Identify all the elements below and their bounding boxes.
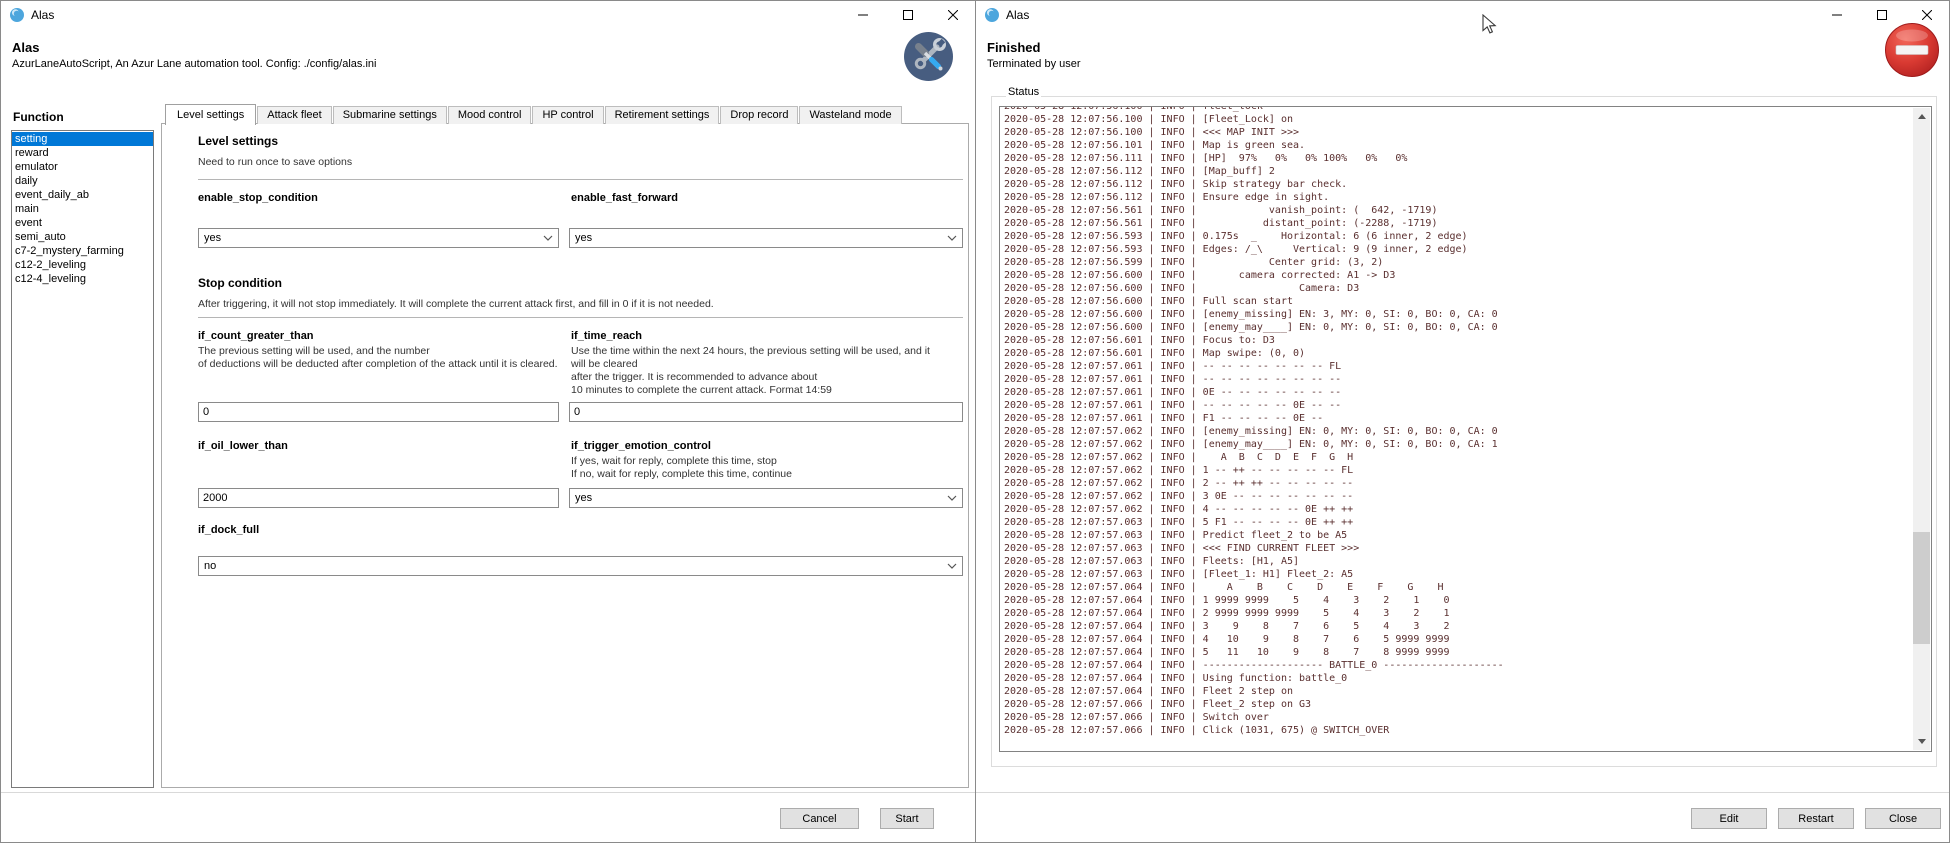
function-item-c7-2_mystery_farming[interactable]: c7-2_mystery_farming <box>12 244 153 258</box>
alas-log-window: Alas Finished Terminated by user St <box>975 0 1950 843</box>
if-oil-lower-than-label: if_oil_lower_than <box>198 440 288 452</box>
tab-hp-control[interactable]: HP control <box>532 106 603 124</box>
close-button[interactable] <box>930 1 975 29</box>
tab-wasteland-mode[interactable]: Wasteland mode <box>799 106 901 124</box>
status-log[interactable]: 2020-05-28 12:07:56.100 | INFO | fleet_l… <box>999 106 1932 752</box>
select-value: no <box>204 560 216 572</box>
if-dock-full-select[interactable]: no <box>198 556 963 576</box>
enable-fast-forward-label: enable_fast_forward <box>571 192 678 204</box>
restart-button[interactable]: Restart <box>1778 808 1854 829</box>
page-title: Alas <box>12 40 39 55</box>
log-text: 2020-05-28 12:07:56.100 | INFO | fleet_l… <box>1000 106 1931 737</box>
function-label: Function <box>13 110 64 124</box>
alas-logo-icon <box>985 8 999 22</box>
scroll-up-icon[interactable] <box>1913 108 1930 125</box>
if-count-greater-than-input[interactable] <box>198 402 559 422</box>
mouse-arrow-cursor <box>1482 14 1497 41</box>
if-trigger-emotion-control-label: if_trigger_emotion_control <box>571 440 711 452</box>
if-time-reach-label: if_time_reach <box>571 330 642 342</box>
section-subtitle: After triggering, it will not stop immed… <box>198 298 714 310</box>
divider <box>198 179 963 180</box>
minimize-button[interactable] <box>840 1 885 29</box>
function-item-reward[interactable]: reward <box>12 146 153 160</box>
cancel-button[interactable]: Cancel <box>780 808 859 829</box>
tools-wrench-screwdriver-icon <box>904 32 953 81</box>
window-title: Alas <box>1006 8 1029 22</box>
scrollbar-thumb[interactable] <box>1913 532 1930 644</box>
tab-drop-record[interactable]: Drop record <box>720 106 798 124</box>
divider <box>1 792 975 793</box>
if-time-reach-help: Use the time within the next 24 hours, t… <box>571 345 967 397</box>
if-dock-full-label: if_dock_full <box>198 524 259 536</box>
if-time-reach-input[interactable] <box>569 402 963 422</box>
divider <box>976 792 1949 793</box>
edit-button[interactable]: Edit <box>1691 808 1767 829</box>
select-value: yes <box>575 492 592 504</box>
chevron-down-icon <box>947 235 957 241</box>
status-subtitle: Terminated by user <box>987 58 1081 70</box>
no-entry-stop-icon <box>1884 22 1940 78</box>
function-listbox[interactable]: settingrewardemulatordailyevent_daily_ab… <box>11 130 154 788</box>
if-count-greater-than-help: The previous setting will be used, and t… <box>198 345 563 371</box>
chevron-down-icon <box>947 495 957 501</box>
tab-attack-fleet[interactable]: Attack fleet <box>257 106 331 124</box>
section-heading-stop-condition: Stop condition <box>198 276 282 290</box>
alas-logo-icon <box>10 8 24 22</box>
divider <box>198 317 963 318</box>
chevron-down-icon <box>947 563 957 569</box>
section-subtitle: Need to run once to save options <box>198 156 352 168</box>
left-titlebar: Alas <box>1 1 975 29</box>
alas-settings-window: Alas Alas AzurLaneAutoScript, An Azur La… <box>0 0 976 843</box>
right-titlebar: Alas <box>976 1 1949 29</box>
if-trigger-emotion-control-help: If yes, wait for reply, complete this ti… <box>571 455 967 481</box>
function-item-setting[interactable]: setting <box>12 132 153 146</box>
enable-fast-forward-select[interactable]: yes <box>569 228 963 248</box>
section-heading-level-settings: Level settings <box>198 134 278 148</box>
if-oil-lower-than-input[interactable] <box>198 488 559 508</box>
tab-retirement-settings[interactable]: Retirement settings <box>605 106 720 124</box>
function-item-main[interactable]: main <box>12 202 153 216</box>
function-item-c12-2_leveling[interactable]: c12-2_leveling <box>12 258 153 272</box>
if-trigger-emotion-control-select[interactable]: yes <box>569 488 963 508</box>
enable-stop-condition-select[interactable]: yes <box>198 228 559 248</box>
status-group-label: Status <box>1006 86 1041 98</box>
page-subtitle: AzurLaneAutoScript, An Azur Lane automat… <box>12 58 376 70</box>
function-item-c12-4_leveling[interactable]: c12-4_leveling <box>12 272 153 286</box>
function-item-emulator[interactable]: emulator <box>12 160 153 174</box>
tab-mood-control[interactable]: Mood control <box>448 106 532 124</box>
function-item-event_daily_ab[interactable]: event_daily_ab <box>12 188 153 202</box>
function-item-daily[interactable]: daily <box>12 174 153 188</box>
start-button[interactable]: Start <box>880 808 934 829</box>
window-title: Alas <box>31 8 54 22</box>
select-value: yes <box>204 232 221 244</box>
maximize-button[interactable] <box>885 1 930 29</box>
chevron-down-icon <box>543 235 553 241</box>
log-scrollbar[interactable] <box>1913 108 1930 750</box>
status-title: Finished <box>987 40 1040 55</box>
select-value: yes <box>575 232 592 244</box>
if-count-greater-than-label: if_count_greater_than <box>198 330 314 342</box>
close-dialog-button[interactable]: Close <box>1865 808 1941 829</box>
screenshot-root: Alas Alas AzurLaneAutoScript, An Azur La… <box>0 0 1950 843</box>
tab-submarine-settings[interactable]: Submarine settings <box>333 106 447 124</box>
function-item-semi_auto[interactable]: semi_auto <box>12 230 153 244</box>
tab-level-settings[interactable]: Level settings <box>165 104 256 125</box>
scroll-down-icon[interactable] <box>1913 733 1930 750</box>
minimize-button[interactable] <box>1814 1 1859 29</box>
tab-bar: Level settingsAttack fleetSubmarine sett… <box>165 103 903 124</box>
enable-stop-condition-label: enable_stop_condition <box>198 192 318 204</box>
function-item-event[interactable]: event <box>12 216 153 230</box>
